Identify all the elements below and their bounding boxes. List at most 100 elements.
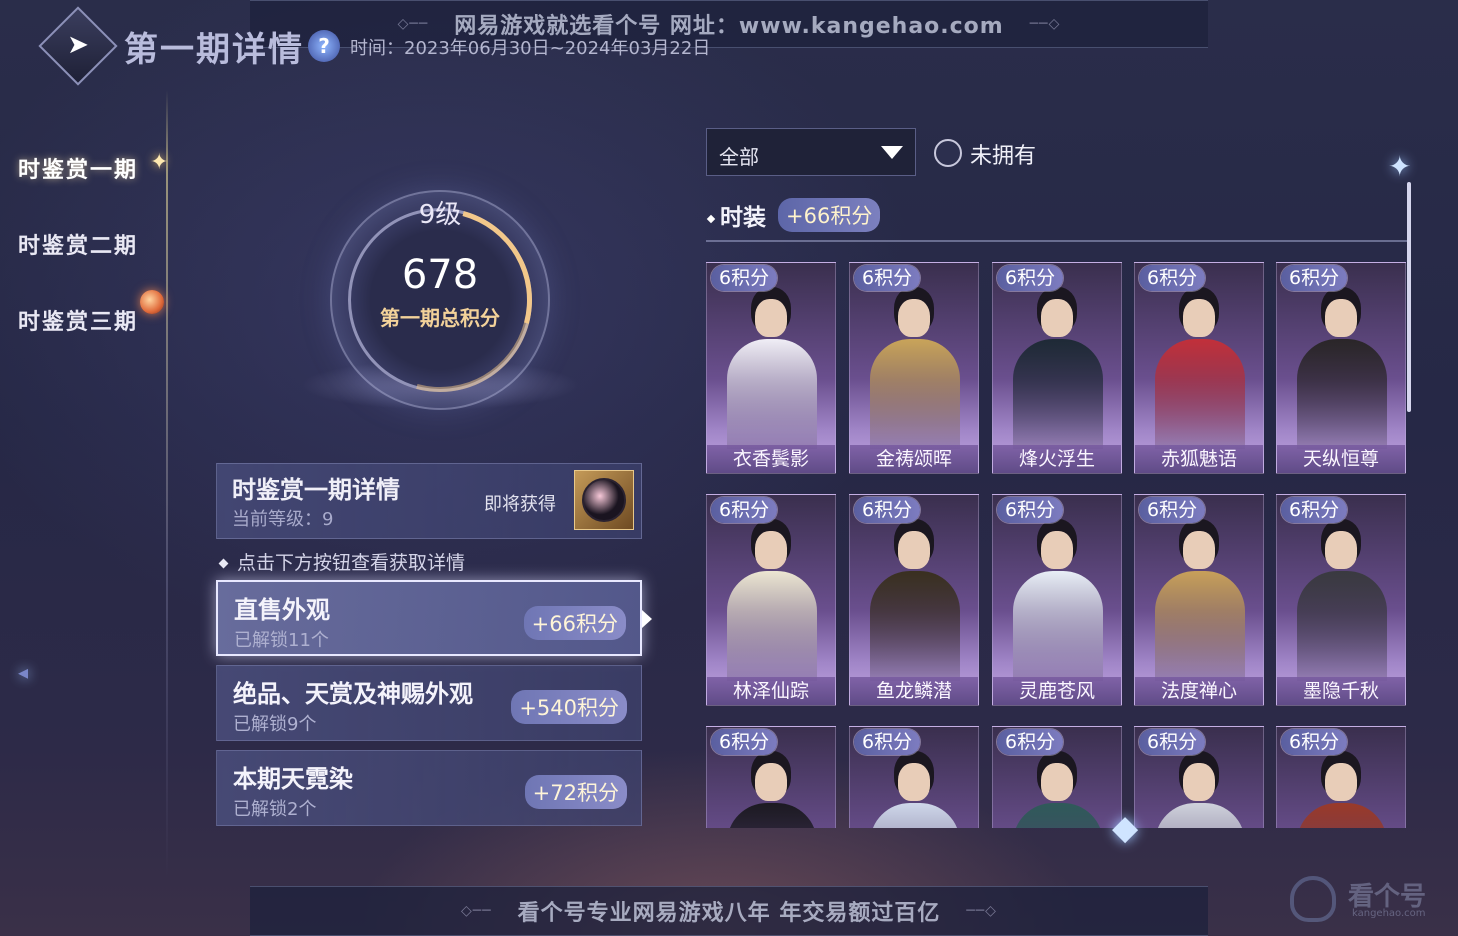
outfit-card[interactable]: 6积分 金祷颂晖 — [849, 262, 979, 474]
outfit-points-badge: 6积分 — [711, 265, 778, 291]
outfit-figure — [870, 803, 960, 828]
category-title: 绝品、天赏及神赐外观 — [233, 679, 473, 708]
outfit-figure — [727, 803, 817, 828]
watermark-bottom-text: 看个号专业网易游戏八年 年交易额过百亿 — [517, 901, 941, 926]
section-title: 时装 — [706, 198, 766, 232]
outfit-name: 天纵恒尊 — [1277, 445, 1405, 473]
outfit-card[interactable]: 6积分 — [1134, 726, 1264, 828]
outfit-character-head — [755, 299, 787, 337]
outfit-character-head — [1325, 299, 1357, 337]
outfit-name: 赤狐魅语 — [1135, 445, 1263, 473]
outfit-card[interactable]: 6积分墨隐千秋 — [1276, 494, 1406, 706]
outfit-figure — [1155, 803, 1245, 828]
outfit-card[interactable]: 6积分天纵恒尊 — [1276, 262, 1406, 474]
outfit-figure — [1155, 339, 1245, 449]
category-direct-sale-button[interactable]: 直售外观 已解锁11个 +66积分 — [216, 580, 652, 656]
outfit-card[interactable]: 6积分 — [849, 726, 979, 828]
outfit-card[interactable]: 6积分 鱼龙鳞潜 — [849, 494, 979, 706]
shield-icon — [1290, 876, 1336, 922]
outfit-figure — [1297, 339, 1387, 449]
outfit-card[interactable]: 6积分灵鹿苍风 — [992, 494, 1122, 706]
outfit-grid: 6积分 衣香鬓影 6积分 金祷颂晖 6积分 烽火浮生 6积分 赤狐魅语 6积分 天纵恒尊 6积分 林泽… — [706, 262, 1408, 828]
outfit-figure — [727, 571, 817, 681]
outfit-name: 灵鹿苍风 — [993, 677, 1121, 705]
outfit-figure — [1013, 803, 1103, 828]
outfit-points-badge: 6积分 — [1139, 497, 1206, 523]
outfit-figure — [1013, 339, 1103, 449]
nav-divider — [166, 90, 168, 880]
bullet-icon — [218, 558, 229, 569]
nav-item-period-2[interactable]: 时鉴赏二期 — [18, 228, 138, 260]
outfit-character-head — [1325, 531, 1357, 569]
outfit-points-badge: 6积分 — [1281, 497, 1348, 523]
outfit-character-head — [1325, 763, 1357, 801]
outfit-name: 烽火浮生 — [993, 445, 1121, 473]
page-title: 第一期详情 — [124, 30, 304, 70]
outfit-card[interactable]: 6积分衣香鬓影 — [706, 262, 836, 474]
section-points-badge: +66积分 — [778, 198, 881, 232]
category-unlocked: 已解锁2个 — [233, 799, 317, 820]
current-level: 当前等级：9 — [232, 509, 334, 530]
outfit-figure — [1297, 803, 1387, 828]
filter-dropdown[interactable]: 全部 — [706, 128, 916, 176]
ornament-icon: ◇── — [461, 903, 492, 919]
outfit-card[interactable]: 6积分 — [992, 726, 1122, 828]
sparkle-icon: ◂ — [18, 660, 29, 684]
watermark-bottom-banner: ◇── 看个号专业网易游戏八年 年交易额过百亿 ──◇ — [250, 886, 1208, 936]
section-divider — [706, 240, 1408, 242]
brand-logo: 看个号 kangehao.com — [1290, 872, 1440, 922]
nav-item-period-1[interactable]: 时鉴赏一期 — [18, 152, 138, 184]
outfit-points-badge: 6积分 — [1281, 265, 1348, 291]
section-title-text: 时装 — [720, 205, 766, 231]
reward-orb-icon — [582, 478, 626, 522]
outfit-points-badge: 6积分 — [1139, 265, 1206, 291]
bullet-icon — [706, 214, 716, 223]
category-dye-button[interactable]: 本期天霓染 已解锁2个 +72积分 — [216, 750, 642, 826]
outfit-card[interactable]: 6积分赤狐魅语 — [1134, 262, 1264, 474]
help-icon[interactable]: ? — [308, 30, 340, 62]
total-score: 678 — [401, 252, 479, 298]
ornament-icon: ──◇ — [966, 903, 997, 919]
outfit-points-badge: 6积分 — [997, 497, 1064, 523]
outfit-name: 墨隐千秋 — [1277, 677, 1405, 705]
outfit-card[interactable]: 6积分 — [706, 726, 836, 828]
level-text: 9级 — [418, 200, 462, 230]
hint-label: 点击下方按钮查看获取详情 — [237, 552, 466, 574]
outfit-figure — [1155, 571, 1245, 681]
outfit-card[interactable]: 6积分林泽仙踪 — [706, 494, 836, 706]
outfit-character-head — [898, 299, 930, 337]
outfit-character-head — [1183, 531, 1215, 569]
outfit-points-badge: 6积分 — [854, 265, 921, 291]
date-range: 时间：2023年06月30日~2024年03月22日 — [350, 38, 711, 59]
outfit-character-head — [1183, 763, 1215, 801]
outfit-character-head — [1183, 299, 1215, 337]
outfit-points-badge: 6积分 — [1139, 729, 1206, 755]
outfit-points-badge: 6积分 — [1281, 729, 1348, 755]
outfit-character-head — [1041, 531, 1073, 569]
not-owned-label[interactable]: 未拥有 — [970, 138, 1036, 170]
outfit-name: 衣香鬓影 — [707, 445, 835, 473]
soon-label: 即将获得 — [484, 494, 556, 515]
outfit-card[interactable]: 6积分烽火浮生 — [992, 262, 1122, 474]
outfit-points-badge: 6积分 — [997, 265, 1064, 291]
category-premium-button[interactable]: 绝品、天赏及神赐外观 已解锁9个 +540积分 — [216, 665, 642, 741]
outfit-figure — [870, 339, 960, 449]
outfit-card[interactable]: 6积分 — [1276, 726, 1406, 828]
category-points-badge: +72积分 — [524, 775, 627, 809]
selected-arrow-icon — [642, 610, 652, 628]
not-owned-radio[interactable] — [934, 139, 962, 167]
outfit-figure — [1297, 571, 1387, 681]
outfit-points-badge: 6积分 — [711, 497, 778, 523]
outfit-figure — [727, 339, 817, 449]
back-arrow-icon[interactable]: ➤ — [58, 30, 98, 60]
outfit-card[interactable]: 6积分 法度禅心 — [1134, 494, 1264, 706]
category-title: 本期天霓染 — [233, 764, 353, 793]
outfit-character-head — [898, 763, 930, 801]
outfit-name: 林泽仙踪 — [707, 677, 835, 705]
nav-item-period-3[interactable]: 时鉴赏三期 — [18, 304, 138, 336]
category-unlocked: 已解锁9个 — [233, 714, 317, 735]
ornament-icon: ◇── — [397, 16, 429, 32]
outfit-points-badge: 6积分 — [711, 729, 778, 755]
outfit-points-badge: 6积分 — [854, 729, 921, 755]
dropdown-arrow-icon — [881, 146, 903, 159]
